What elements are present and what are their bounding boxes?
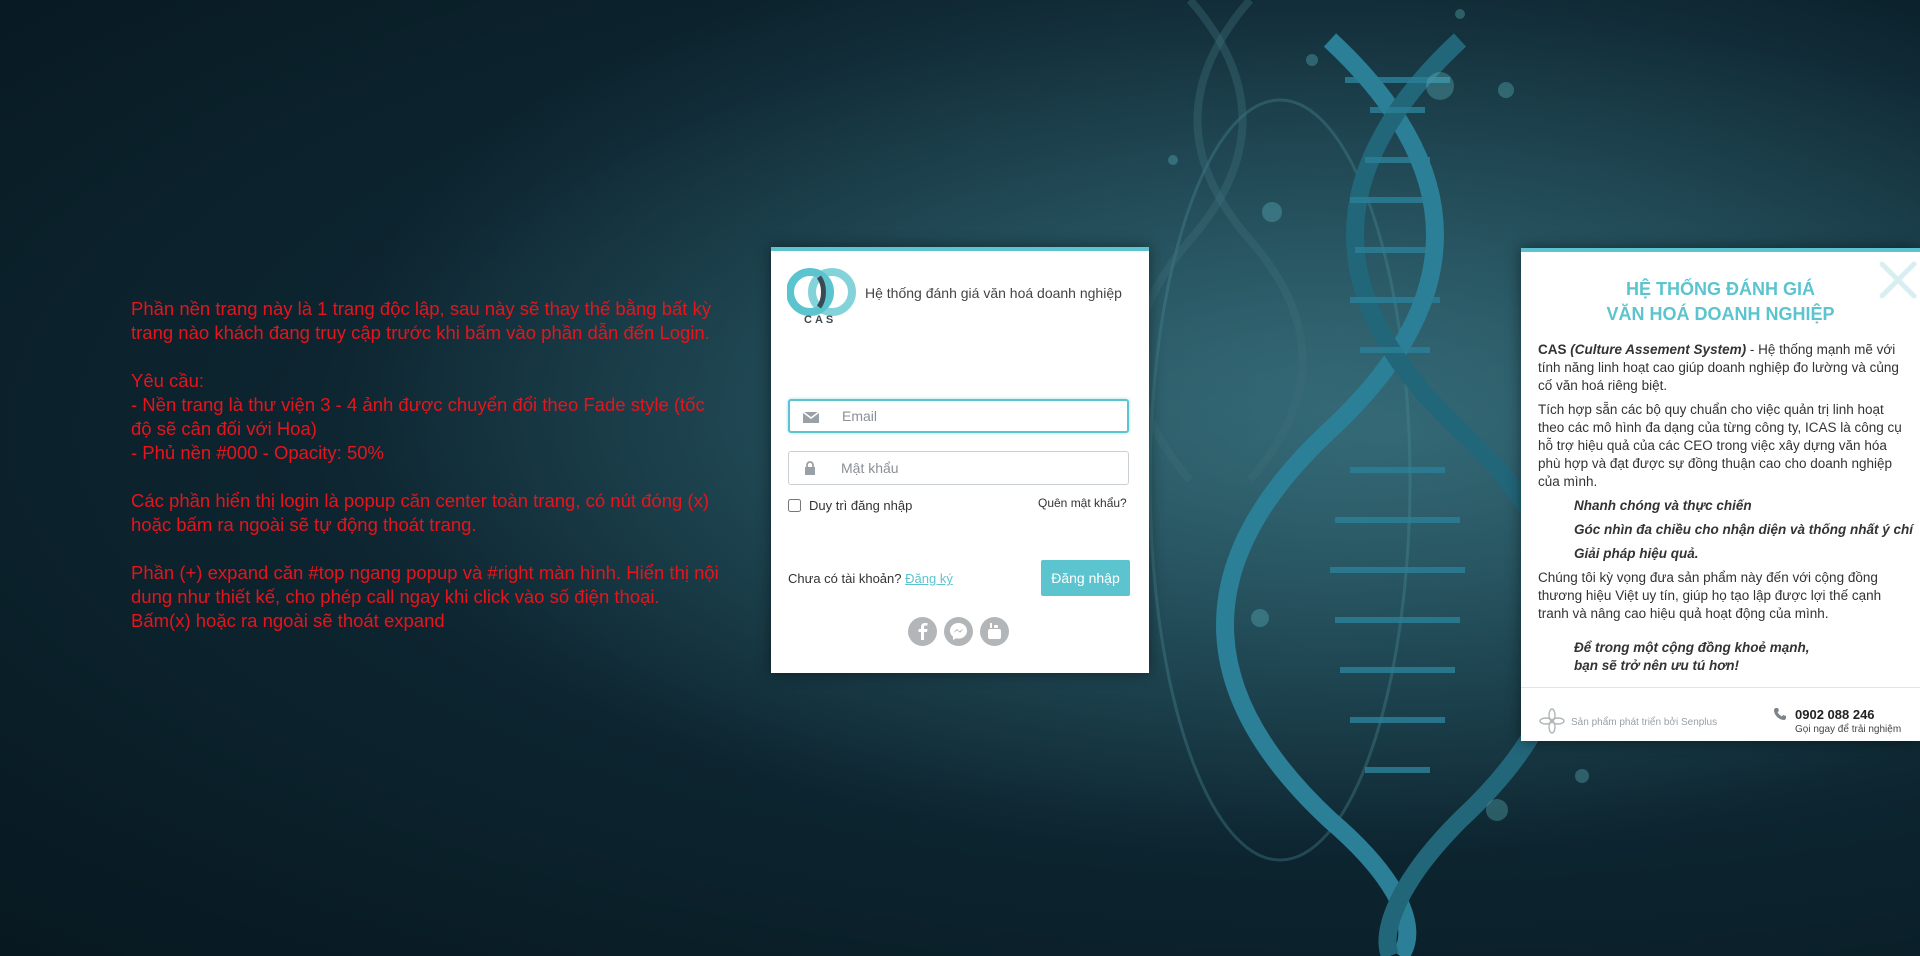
feature-item: Góc nhìn đa chiều cho nhận diện và thống… [1574,522,1914,537]
phone-subtext: Gọi ngay để trải nghiệm [1795,724,1902,735]
remember-label: Duy trì đăng nhập [809,498,913,513]
social-links [908,617,1009,646]
info-title-line1: HỆ THỐNG ĐÁNH GIÁ [1626,279,1815,299]
info-title-line2: VĂN HOÁ DOANH NGHIỆP [1606,304,1835,324]
info-expand-panel: HỆ THỐNG ĐÁNH GIÁ VĂN HOÁ DOANH NGHIỆP C… [1521,248,1920,741]
facebook-icon[interactable] [908,617,937,646]
envelope-icon [802,411,820,423]
senplus-logo-icon [1539,708,1565,734]
intro-brand: CAS [1538,342,1567,357]
remember-checkbox[interactable] [788,499,801,512]
login-title: Hệ thống đánh giá văn hoá doanh nghiệp [865,285,1122,301]
note-paragraph: Các phần hiển thị login là popup căn cen… [131,490,709,535]
lock-icon [805,461,815,475]
phone-number-link[interactable]: 0902 088 246 [1795,707,1875,722]
password-input[interactable] [841,452,1121,484]
no-account-label: Chưa có tài khoản? [788,571,902,586]
email-field[interactable] [788,399,1129,433]
footer-credit: Sản phẩm phát triển bởi Senplus [1571,717,1718,728]
password-field[interactable] [788,451,1129,485]
info-paragraph: Chúng tôi kỳ vọng đưa sản phẩm này đến v… [1538,570,1882,621]
info-body: CAS (Culture Assement System) - Hệ thống… [1538,341,1914,675]
slogan-line2: bạn sẽ trở nên ưu tú hơn! [1574,658,1740,673]
youtube-icon[interactable] [980,617,1009,646]
logo-text: CAS [804,314,837,326]
slogan-line1: Để trong một cộng đồng khoẻ mạnh, [1574,640,1810,655]
note-paragraph: Yêu cầu: - Nền trang là thư viện 3 - 4 ả… [131,370,705,463]
feature-item: Giải pháp hiệu quả. [1574,546,1699,561]
no-account-row: Chưa có tài khoản? Đăng ký [788,571,953,586]
remember-me[interactable]: Duy trì đăng nhập [788,498,912,513]
slogan: Để trong một cộng đồng khoẻ mạnh, bạn sẽ… [1538,639,1908,675]
info-paragraph: Tích hợp sẵn các bộ quy chuẩn cho việc q… [1538,402,1902,489]
phone-icon [1774,708,1786,720]
feature-item: Nhanh chóng và thực chiến [1574,498,1752,513]
intro-brand-full: (Culture Assement System) [1570,342,1747,357]
forgot-password-link[interactable]: Quên mật khẩu? [1038,496,1127,510]
messenger-icon[interactable] [944,617,973,646]
footer-divider [1521,687,1920,688]
login-button[interactable]: Đăng nhập [1041,560,1130,596]
login-popup: CAS Hệ thống đánh giá văn hoá doanh nghi… [771,247,1149,673]
note-paragraph: Phần (+) expand căn #top ngang popup và … [131,562,719,631]
email-input[interactable] [842,401,1122,431]
note-paragraph: Phần nền trang này là 1 trang độc lập, s… [131,298,712,343]
info-intro: CAS (Culture Assement System) - Hệ thống… [1538,341,1908,395]
register-link[interactable]: Đăng ký [905,571,953,586]
designer-note: Phần nền trang này là 1 trang độc lập, s… [131,297,721,657]
